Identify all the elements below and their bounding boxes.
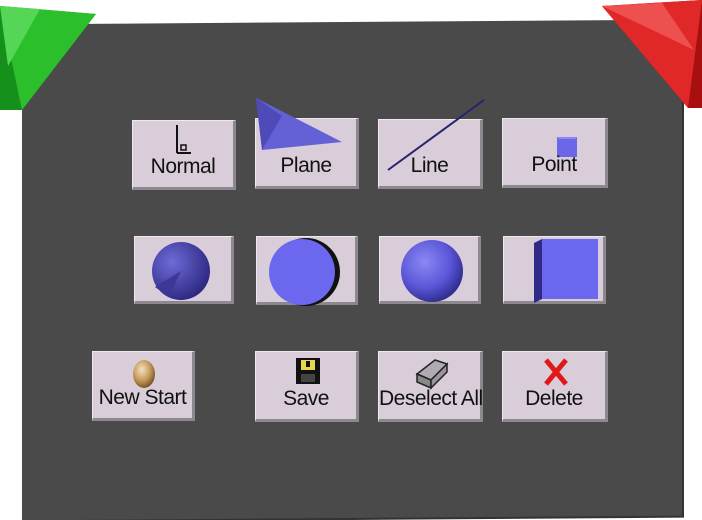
floppy-disk-icon (296, 358, 320, 384)
cube-button[interactable] (503, 236, 606, 304)
normal-button[interactable]: Normal (132, 120, 236, 190)
sphere-icon (401, 240, 463, 302)
plane-label: Plane (280, 154, 332, 177)
new-start-label: New Start (98, 386, 187, 409)
red-corner-icon[interactable] (602, 0, 702, 108)
deselect-all-label: Deselect All (379, 387, 483, 410)
cylinder-icon (269, 238, 340, 306)
delete-button[interactable]: Delete (502, 351, 608, 422)
normal-label: Normal (150, 155, 216, 178)
plane-triangle-icon (256, 98, 342, 150)
red-x-icon (544, 358, 568, 386)
line-icon (387, 99, 485, 171)
eraser-icon (415, 359, 449, 390)
cone-button[interactable] (134, 236, 234, 304)
cylinder-button[interactable] (256, 236, 358, 306)
new-start-button[interactable]: New Start (92, 351, 195, 421)
deselect-all-button[interactable]: Deselect All (378, 351, 483, 422)
point-button[interactable]: Point (502, 118, 608, 188)
sphere-button[interactable] (379, 236, 481, 304)
cone-icon (152, 242, 210, 300)
delete-label: Delete (525, 387, 583, 410)
save-button[interactable]: Save (255, 351, 359, 422)
viewport: Normal Plane Line Point New Start Save D… (0, 0, 702, 520)
cube-icon (534, 239, 598, 303)
green-corner-icon[interactable] (0, 6, 100, 110)
point-label: Point (531, 153, 577, 176)
save-label: Save (283, 387, 329, 410)
